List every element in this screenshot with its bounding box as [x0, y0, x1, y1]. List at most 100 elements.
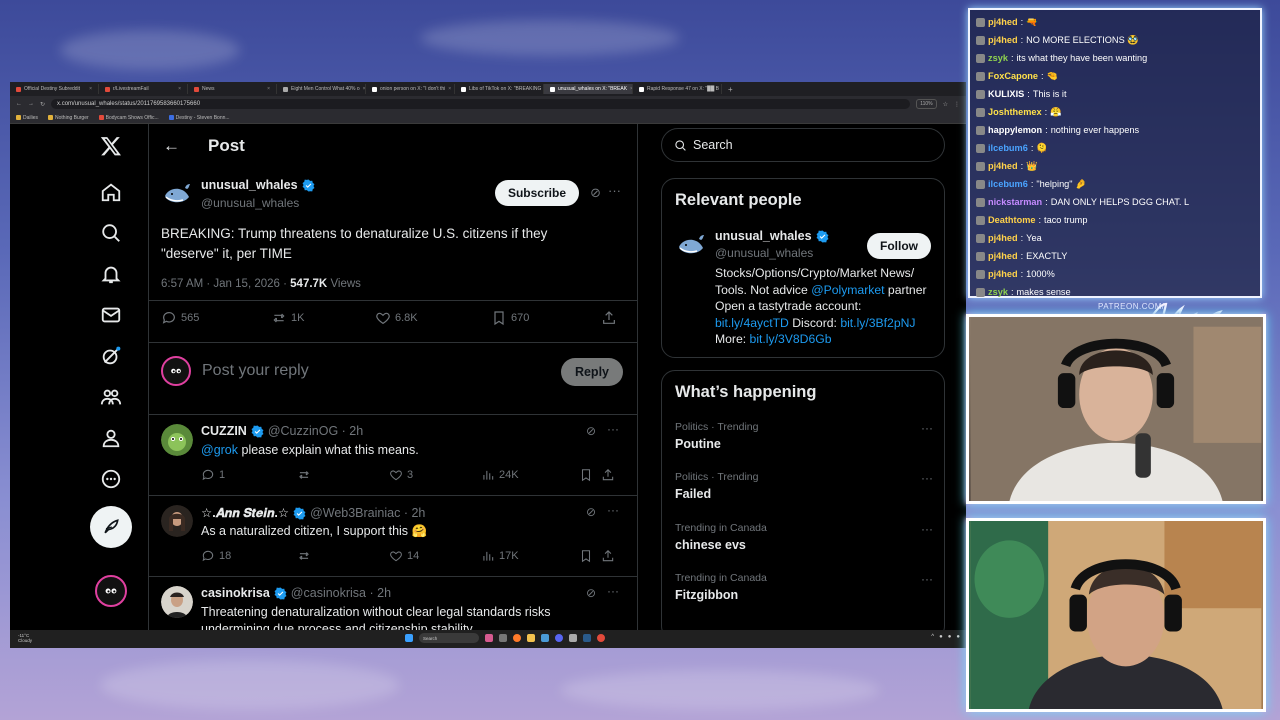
views-action[interactable]: 17K [481, 549, 579, 563]
author-handle[interactable]: @unusual_whales [201, 196, 299, 210]
home-icon[interactable] [91, 172, 131, 212]
browser-tab[interactable]: Rapid Response 47 on X: "██ B× [633, 84, 722, 94]
bookmark-item[interactable]: Destiny - Steven Bonn... [168, 115, 230, 121]
trend-item[interactable]: Trending in Canada Fitzgibbon ··· [675, 572, 933, 618]
grok-explain-icon[interactable]: ⊘ [586, 424, 596, 438]
chat-username[interactable]: Joshthemex [988, 106, 1042, 118]
author-name[interactable]: unusual_whales [201, 178, 315, 192]
app-icon[interactable] [569, 634, 577, 642]
more-options-icon[interactable]: ··· [607, 584, 619, 598]
person-name[interactable]: unusual_whales [715, 229, 829, 243]
app-icon[interactable] [597, 634, 605, 642]
grok-explain-icon[interactable]: ⊘ [590, 185, 601, 201]
browser-tab[interactable]: r/LivestreamFail × [99, 84, 188, 94]
follow-button[interactable]: Follow [867, 233, 931, 259]
bookmark-item[interactable]: Dailies [16, 115, 38, 121]
bio-link[interactable]: bit.ly/4ayctTD [715, 316, 789, 330]
chat-username[interactable]: nickstarman [988, 196, 1042, 208]
reply-button[interactable]: Reply [560, 358, 623, 386]
tab-close-icon[interactable]: × [448, 86, 451, 92]
share-action[interactable] [601, 310, 617, 326]
repost-action[interactable] [297, 549, 389, 563]
repost-action[interactable] [297, 468, 389, 482]
chat-username[interactable]: FoxCapone [988, 70, 1038, 82]
bookmark-item[interactable]: Bodycam Shows Offic... [98, 115, 159, 121]
like-action[interactable]: 6.8K [375, 310, 491, 326]
firefox-icon[interactable] [513, 634, 521, 642]
communities-icon[interactable] [91, 377, 131, 417]
weather-widget[interactable]: -11°C Cloudy [18, 633, 32, 643]
chat-username[interactable]: zsyk [988, 52, 1008, 64]
chat-username[interactable]: pj4hed [988, 160, 1018, 172]
grok-explain-icon[interactable]: ⊘ [586, 586, 596, 600]
windows-start-icon[interactable] [405, 634, 413, 642]
steam-icon[interactable] [583, 634, 591, 642]
reply-avatar[interactable] [161, 586, 193, 618]
views-action[interactable]: 24K [481, 468, 579, 482]
more-options-icon[interactable]: ··· [607, 503, 619, 517]
share-action[interactable] [601, 468, 615, 482]
chat-username[interactable]: pj4hed [988, 232, 1018, 244]
bookmark-action[interactable] [579, 468, 601, 482]
back-icon[interactable]: ← [16, 101, 22, 107]
discord-icon[interactable] [555, 634, 563, 642]
chat-username[interactable]: happylemon [988, 124, 1042, 136]
like-action[interactable]: 3 [389, 468, 481, 482]
reply-author[interactable]: CUZZIN @CuzzinOG · 2h [201, 424, 363, 438]
compose-post-button[interactable] [90, 506, 132, 548]
forward-icon[interactable]: → [28, 101, 34, 107]
person-handle[interactable]: @unusual_whales [715, 246, 813, 260]
tray-chevron-icon[interactable]: ^ [931, 634, 934, 640]
tab-close-icon[interactable]: × [178, 86, 181, 92]
trend-item[interactable]: Trending in Canada chinese evs ··· [675, 522, 933, 568]
account-avatar[interactable] [95, 575, 127, 607]
search-input[interactable]: Search [661, 128, 945, 162]
reply-avatar[interactable] [161, 505, 193, 537]
more-options-icon[interactable]: ··· [921, 572, 933, 586]
chat-username[interactable]: zsyk [988, 286, 1008, 298]
more-options-icon[interactable]: ··· [921, 522, 933, 536]
browser-tab[interactable]: Official Destiny Subreddit × [10, 84, 99, 94]
chat-username[interactable]: pj4hed [988, 250, 1018, 262]
back-arrow-icon[interactable]: ← [163, 136, 180, 156]
reply-action[interactable]: 565 [161, 310, 271, 326]
app-icon[interactable] [485, 634, 493, 642]
browser-tab[interactable]: News × [188, 84, 277, 94]
post-timestamp[interactable]: 6:57 AM · Jan 15, 2026 · [161, 278, 287, 290]
repost-action[interactable]: 1K [271, 310, 375, 326]
url-field[interactable]: x.com/unusual_whales/status/201176958366… [51, 99, 911, 109]
bookmark-action[interactable] [579, 549, 601, 563]
bio-link[interactable]: bit.ly/3Bf2pNJ [840, 316, 915, 330]
bio-link[interactable]: bit.ly/3V8D6Gb [750, 332, 832, 346]
tab-close-icon[interactable]: × [89, 86, 92, 92]
mention-link[interactable]: @grok [201, 443, 238, 457]
reply-avatar[interactable] [161, 424, 193, 456]
chat-username[interactable]: ilcebum6 [988, 142, 1028, 154]
bio-link[interactable]: @Polymarket [811, 283, 884, 297]
chat-username[interactable]: pj4hed [988, 16, 1018, 28]
chat-username[interactable]: Deathtome [988, 214, 1035, 226]
browser-tab[interactable]: Eight Men Control What 40% o × [277, 84, 366, 94]
subscribe-button[interactable]: Subscribe [494, 180, 579, 206]
bookmark-item[interactable]: Nothing Burger [48, 115, 89, 121]
whale-avatar[interactable] [161, 178, 193, 210]
trend-item[interactable]: Politics · Trending Failed ··· [675, 471, 933, 517]
x-logo-icon[interactable] [91, 126, 131, 166]
grok-icon[interactable] [91, 336, 131, 376]
zoom-badge[interactable]: 110% [916, 99, 937, 109]
chat-username[interactable]: ilcebum6 [988, 178, 1028, 190]
notifications-icon[interactable] [91, 254, 131, 294]
more-options-icon[interactable]: ··· [921, 421, 933, 435]
more-options-icon[interactable]: ··· [921, 471, 933, 485]
browser-tab-active[interactable]: unusual_whales on X: "BREAK × [544, 84, 633, 94]
new-tab-icon[interactable]: + [728, 85, 733, 94]
share-action[interactable] [601, 549, 615, 563]
star-icon[interactable]: ☆ [943, 101, 948, 108]
reload-icon[interactable]: ↻ [40, 101, 45, 108]
chat-username[interactable]: pj4hed [988, 268, 1018, 280]
reply-input[interactable]: Post your reply [202, 362, 309, 380]
reply-item[interactable]: CUZZIN @CuzzinOG · 2h ⊘ ··· @grok please… [149, 414, 637, 494]
tab-close-icon[interactable]: × [267, 86, 270, 92]
more-options-icon[interactable]: ··· [608, 183, 621, 198]
app-icon[interactable] [541, 634, 549, 642]
